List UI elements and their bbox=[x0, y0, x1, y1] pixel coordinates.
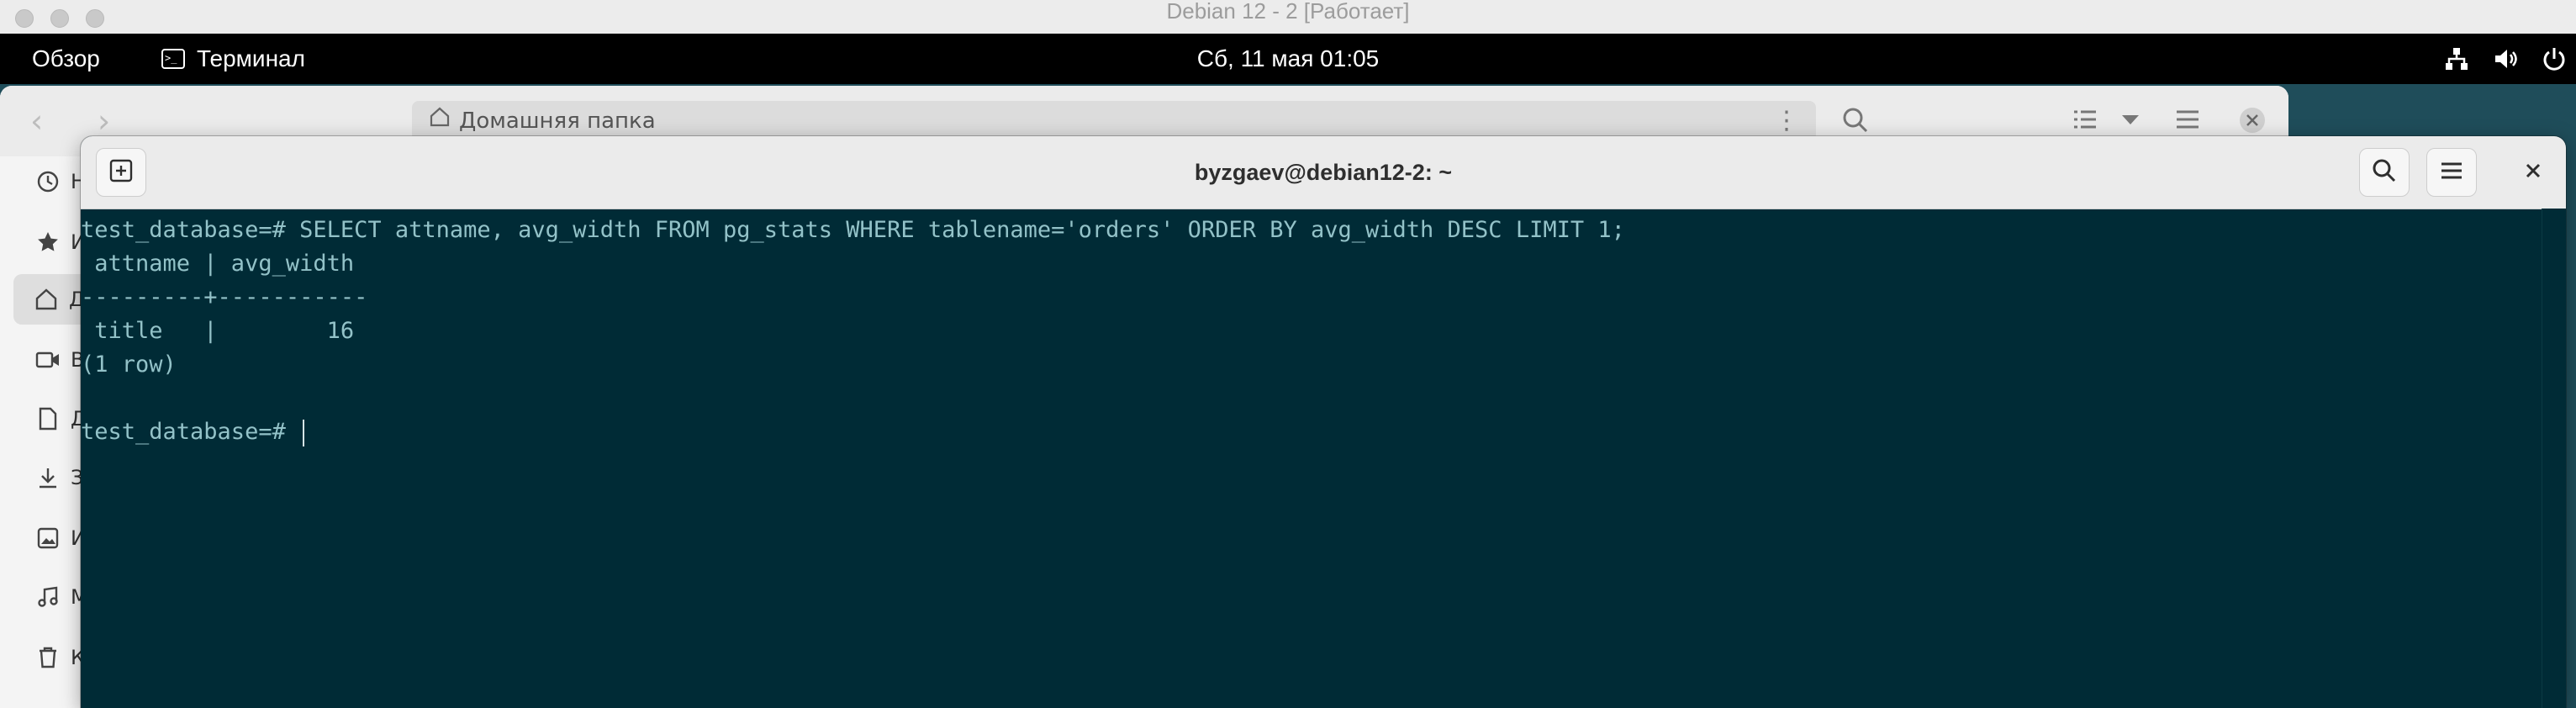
list-view-icon[interactable] bbox=[2072, 106, 2098, 136]
vm-window-titlebar: Debian 12 - 2 [Работает] bbox=[0, 0, 2576, 34]
files-close-icon[interactable] bbox=[2238, 106, 2267, 138]
download-icon bbox=[34, 466, 62, 489]
home-icon bbox=[32, 288, 61, 311]
home-icon bbox=[429, 101, 451, 141]
terminal-line: ---------+----------- bbox=[81, 284, 368, 310]
gnome-top-bar: Обзор >_ Терминал Сб, 11 мая 01:05 bbox=[0, 34, 2576, 84]
network-icon[interactable] bbox=[2443, 45, 2470, 72]
terminal-prompt-line: test_database=# bbox=[81, 415, 305, 449]
terminal-line: (1 row) bbox=[81, 351, 177, 378]
terminal-prompt: test_database=# bbox=[81, 419, 300, 445]
search-icon bbox=[2371, 157, 2398, 188]
volume-icon[interactable] bbox=[2492, 45, 2519, 72]
star-icon bbox=[34, 230, 62, 254]
path-menu-icon[interactable]: ⋮ bbox=[1774, 101, 1799, 141]
clock-icon bbox=[34, 170, 62, 193]
close-icon bbox=[2523, 161, 2543, 184]
terminal-window: byzgaev@debian12-2: ~ test_database=# SE… bbox=[81, 136, 2566, 708]
image-icon bbox=[34, 526, 62, 550]
back-button[interactable]: ‹ bbox=[30, 104, 43, 138]
view-options-chevron-icon[interactable] bbox=[2119, 106, 2142, 136]
system-tray[interactable] bbox=[2443, 34, 2576, 84]
trash-icon bbox=[34, 646, 62, 669]
search-icon[interactable] bbox=[1841, 106, 1870, 138]
terminal-output[interactable]: test_database=# SELECT attname, avg_widt… bbox=[81, 209, 2542, 708]
document-icon bbox=[34, 407, 62, 431]
video-icon bbox=[34, 350, 62, 370]
music-icon bbox=[34, 585, 62, 609]
terminal-menu-button[interactable] bbox=[2426, 148, 2477, 197]
clock[interactable]: Сб, 11 мая 01:05 bbox=[0, 34, 2576, 84]
power-icon[interactable] bbox=[2541, 45, 2568, 72]
terminal-close-button[interactable] bbox=[2517, 156, 2549, 188]
terminal-title: byzgaev@debian12-2: ~ bbox=[1194, 160, 1453, 185]
terminal-search-button[interactable] bbox=[2359, 148, 2410, 197]
path-label: Домашняя папка bbox=[459, 108, 656, 134]
hamburger-menu-icon bbox=[2438, 157, 2465, 188]
forward-button[interactable]: › bbox=[98, 104, 110, 138]
text-cursor bbox=[303, 419, 305, 446]
menu-icon[interactable] bbox=[2174, 106, 2201, 136]
terminal-line: attname | avg_width bbox=[81, 251, 368, 277]
vm-window-title: Debian 12 - 2 [Работает] bbox=[1166, 0, 1410, 24]
terminal-line: test_database=# SELECT attname, avg_widt… bbox=[81, 217, 1625, 243]
path-bar[interactable]: Домашняя папка ⋮ bbox=[412, 101, 1816, 141]
terminal-line: title | 16 bbox=[81, 318, 355, 344]
terminal-scrollbar[interactable] bbox=[2542, 209, 2566, 708]
terminal-headerbar: byzgaev@debian12-2: ~ bbox=[81, 136, 2566, 209]
